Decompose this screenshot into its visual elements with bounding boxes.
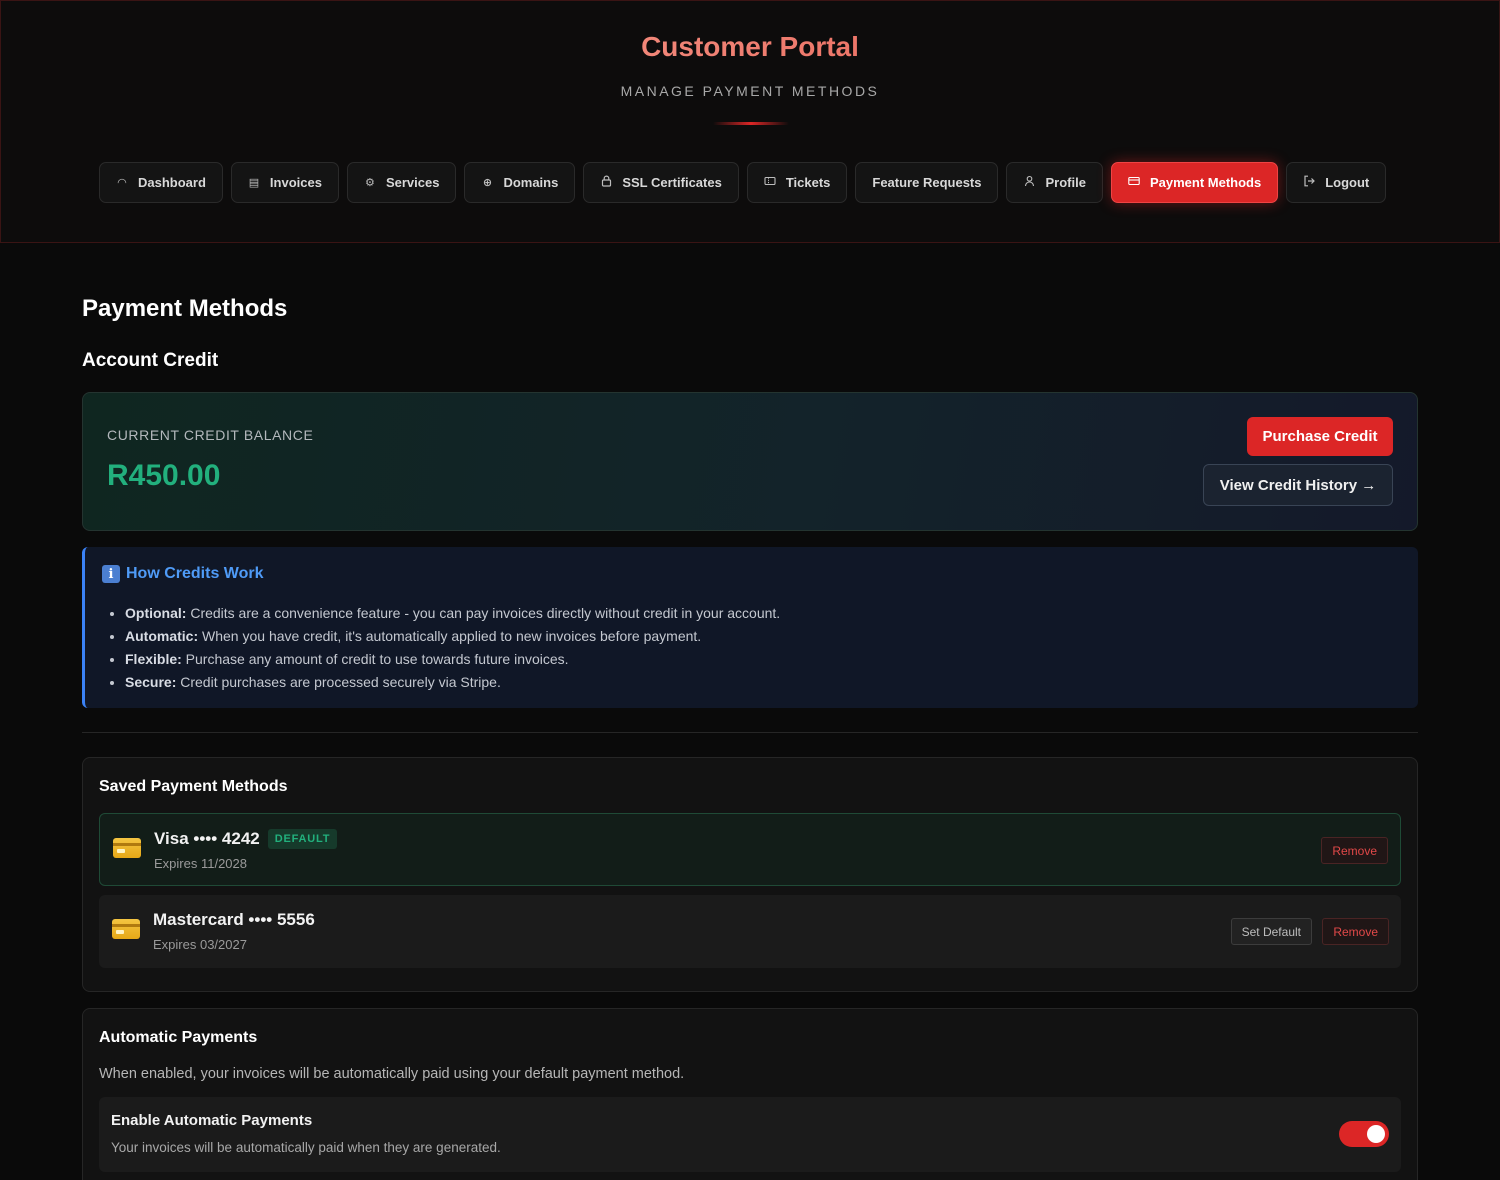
invoice-icon: ▤ — [248, 177, 260, 189]
nav-item-tickets[interactable]: Tickets — [746, 162, 848, 203]
nav-label: Dashboard — [138, 175, 206, 190]
automatic-payments-setting: Enable Automatic Payments Your invoices … — [99, 1097, 1401, 1172]
portal-subtitle: MANAGE PAYMENT METHODS — [620, 83, 880, 99]
nav-label: Payment Methods — [1149, 175, 1262, 190]
info-list: Optional: Credits are a convenience feat… — [125, 602, 780, 694]
nav-item-invoices[interactable]: ▤ Invoices — [230, 162, 339, 203]
nav-item-dashboard[interactable]: ◠ Dashboard — [99, 162, 223, 203]
main-nav: ◠ Dashboard ▤ Invoices ⚙ Services ⊕ Doma… — [99, 162, 1387, 203]
automatic-payments-label: Enable Automatic Payments — [111, 1112, 313, 1129]
nav-label: Logout — [1325, 175, 1370, 190]
default-badge: DEFAULT — [267, 829, 338, 849]
automatic-payments-description: When enabled, your invoices will be auto… — [99, 1066, 685, 1082]
nav-label: Feature Requests — [872, 175, 982, 190]
card-label: Visa •••• 4242 — [154, 829, 260, 848]
user-icon — [1023, 175, 1035, 190]
list-item: Secure: Credit purchases are processed s… — [125, 671, 780, 694]
globe-icon: ⊕ — [482, 177, 493, 189]
info-title: i How Credits Work — [102, 565, 264, 583]
nav-item-profile[interactable]: Profile — [1006, 162, 1103, 203]
ticket-icon — [764, 176, 776, 189]
page-title: Payment Methods — [82, 295, 288, 322]
logout-icon — [1303, 175, 1316, 190]
payment-method-expiry: Expires 11/2028 — [154, 856, 247, 871]
set-default-button[interactable]: Set Default — [1230, 918, 1312, 945]
payment-method-expiry: Expires 03/2027 — [153, 937, 247, 952]
remove-button[interactable]: Remove — [1322, 918, 1389, 945]
info-term: Secure: — [125, 674, 177, 690]
credit-card-icon — [113, 838, 141, 858]
saved-payment-methods-panel: Saved Payment Methods Visa •••• 4242 DEF… — [82, 757, 1418, 992]
list-item: Flexible: Purchase any amount of credit … — [125, 648, 780, 671]
nav-item-payment-methods[interactable]: Payment Methods — [1110, 162, 1279, 203]
nav-label: Invoices — [269, 175, 322, 190]
nav-item-feature-requests[interactable]: Feature Requests — [855, 162, 999, 203]
credit-balance-label: CURRENT CREDIT BALANCE — [107, 427, 314, 443]
nav-label: Domains — [503, 175, 559, 190]
payment-method-row-mastercard: Mastercard •••• 5556 Expires 03/2027 Set… — [99, 895, 1401, 968]
view-credit-history-button[interactable]: View Credit History → — [1203, 464, 1393, 506]
credit-balance-card: CURRENT CREDIT BALANCE R450.00 Purchase … — [82, 392, 1418, 531]
info-term: Automatic: — [125, 628, 199, 644]
credit-balance-amount: R450.00 — [107, 459, 221, 492]
list-item: Optional: Credits are a convenience feat… — [125, 602, 780, 625]
header-accent-line — [713, 122, 789, 125]
info-text: Credit purchases are processed securely … — [176, 674, 501, 690]
gear-icon: ⚙ — [365, 177, 375, 189]
saved-payment-methods-heading: Saved Payment Methods — [99, 778, 288, 795]
card-label: Mastercard •••• 5556 — [153, 910, 315, 929]
credit-card-icon — [1128, 176, 1140, 189]
automatic-payments-heading: Automatic Payments — [99, 1029, 258, 1046]
info-icon: i — [102, 565, 120, 583]
purchase-credit-button[interactable]: Purchase Credit — [1247, 417, 1393, 456]
remove-button[interactable]: Remove — [1321, 837, 1388, 864]
payment-method-name: Visa •••• 4242 DEFAULT — [154, 829, 338, 849]
automatic-payments-sublabel: Your invoices will be automatically paid… — [111, 1140, 501, 1155]
info-term: Optional: — [125, 605, 187, 621]
nav-item-ssl-certificates[interactable]: SSL Certificates — [583, 162, 739, 203]
credit-card-icon — [112, 919, 140, 939]
toggle-knob — [1367, 1125, 1385, 1143]
info-title-text: How Credits Work — [126, 565, 264, 582]
nav-item-services[interactable]: ⚙ Services — [346, 162, 457, 203]
nav-item-domains[interactable]: ⊕ Domains — [464, 162, 576, 203]
info-text: Credits are a convenience feature - you … — [186, 605, 781, 621]
section-divider — [82, 732, 1418, 733]
list-item: Automatic: When you have credit, it's au… — [125, 625, 780, 648]
info-text: Purchase any amount of credit to use tow… — [181, 651, 569, 667]
nav-label: Profile — [1045, 175, 1086, 190]
account-credit-heading: Account Credit — [82, 350, 219, 371]
dashboard-icon: ◠ — [117, 177, 127, 189]
portal-header: Customer Portal MANAGE PAYMENT METHODS ◠… — [0, 0, 1500, 243]
payment-method-row-visa: Visa •••• 4242 DEFAULT Expires 11/2028 R… — [99, 813, 1401, 886]
how-credits-work-box: i How Credits Work Optional: Credits are… — [82, 547, 1418, 708]
nav-label: SSL Certificates — [622, 175, 722, 190]
nav-label: Services — [385, 175, 440, 190]
payment-method-name: Mastercard •••• 5556 — [153, 910, 315, 930]
automatic-payments-toggle[interactable] — [1339, 1121, 1389, 1147]
nav-label: Tickets — [785, 175, 831, 190]
info-term: Flexible: — [125, 651, 182, 667]
info-text: When you have credit, it's automatically… — [198, 628, 702, 644]
lock-icon — [600, 175, 612, 190]
nav-item-logout[interactable]: Logout — [1286, 162, 1387, 203]
automatic-payments-panel: Automatic Payments When enabled, your in… — [82, 1008, 1418, 1180]
portal-title: Customer Portal — [1, 31, 1499, 63]
